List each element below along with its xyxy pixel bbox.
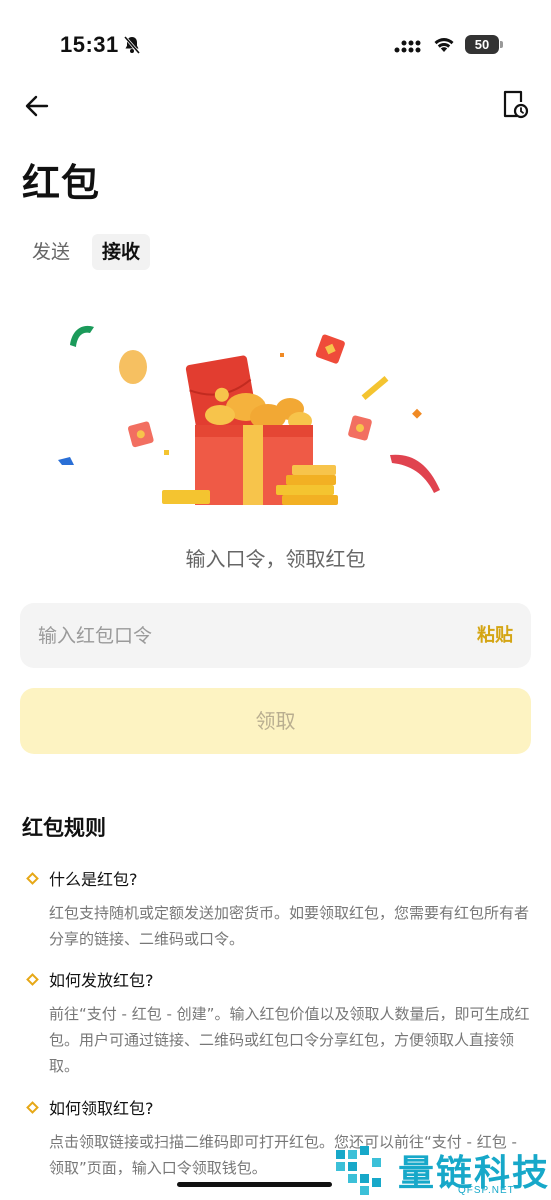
silent-bell-icon (122, 35, 142, 59)
status-time: 15:31 (60, 32, 119, 57)
faq-question-text: 如何发放红包? (49, 971, 154, 990)
diamond-bullet-icon (26, 972, 39, 986)
red-envelope-code-input[interactable] (38, 603, 438, 668)
receive-subtitle: 输入口令，领取红包 (185, 547, 366, 571)
faq-answer: 前往“支付 - 红包 - 创建”。输入红包价值以及领取人数量后，即可生成红包。用… (49, 1005, 530, 1075)
battery-tip (500, 41, 503, 48)
watermark-logo-icon (336, 1146, 381, 1195)
tab-bar: 发送 接收 (22, 234, 151, 270)
history-record-icon (503, 90, 529, 119)
back-button[interactable] (20, 90, 54, 122)
tab-receive[interactable]: 接收 (92, 234, 151, 270)
faq-question: 什么是红包? (22, 866, 532, 890)
paste-button[interactable]: 粘贴 (477, 603, 513, 668)
code-input-container: 粘贴 (20, 603, 531, 668)
faq-item: 如何发放红包? 前往“支付 - 红包 - 创建”。输入红包价值以及领取人数量后，… (22, 967, 532, 1079)
tab-send[interactable]: 发送 (22, 234, 80, 270)
rules-title: 红包规则 (22, 816, 106, 840)
faq-answer: 红包支持随机或定额发送加密货币。如要领取红包，您需要有红包所有者分享的链接、二维… (49, 904, 530, 948)
battery-indicator: 50 (465, 35, 499, 54)
diamond-bullet-icon (26, 871, 39, 885)
page-title: 红包 (22, 161, 101, 205)
faq-question: 如何发放红包? (22, 967, 532, 991)
claim-button[interactable]: 领取 (20, 688, 531, 754)
faq-question: 如何领取红包? (22, 1095, 532, 1119)
wifi-icon (432, 34, 456, 58)
arrow-left-icon (25, 95, 49, 117)
faq-question-text: 什么是红包? (49, 870, 138, 889)
cellular-signal-icon (394, 37, 422, 57)
status-bar: 15:31 50 (0, 0, 551, 90)
faq-question-text: 如何领取红包? (49, 1099, 154, 1118)
watermark-subtext: QFSP.NET (458, 1185, 515, 1196)
faq-item: 什么是红包? 红包支持随机或定额发送加密货币。如要领取红包，您需要有红包所有者分… (22, 866, 532, 952)
diamond-bullet-icon (26, 1100, 39, 1114)
home-indicator[interactable] (177, 1182, 332, 1187)
watermark: 量链科技 QFSP.NET (330, 1140, 551, 1200)
red-envelope-gift-illustration (58, 325, 440, 505)
history-button[interactable] (500, 88, 534, 122)
